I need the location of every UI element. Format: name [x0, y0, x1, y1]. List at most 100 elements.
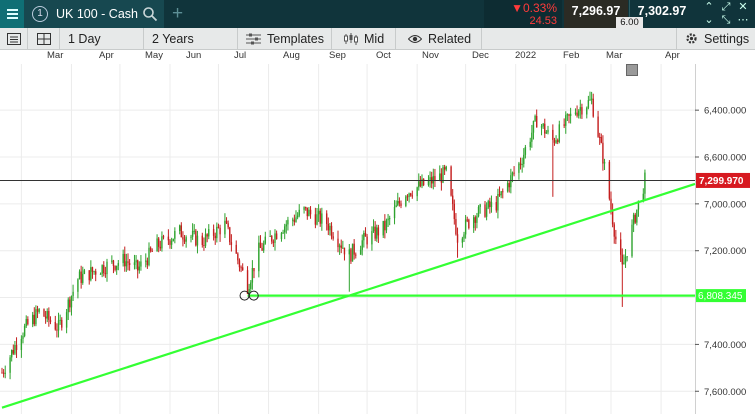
candle-body [72, 291, 74, 297]
candle-body [275, 233, 278, 240]
grid-layout-icon [36, 32, 51, 45]
range-select[interactable]: 2 Years [144, 28, 238, 49]
horizontal-line-tag-text: 6,808.345 [698, 291, 743, 302]
chevron-down-icon[interactable]: ⌄ [702, 14, 716, 26]
tab-number-badge: 1 [32, 6, 48, 22]
related-label: Related [428, 31, 472, 46]
interval-select[interactable]: 1 Day [60, 28, 144, 49]
candle-body [240, 267, 242, 269]
candle-body [418, 181, 420, 188]
candle-body [122, 253, 124, 264]
candle-body [350, 249, 352, 262]
menu-button[interactable] [0, 0, 24, 28]
candle-body [203, 245, 205, 247]
candle-body [531, 132, 533, 142]
candle-body [534, 115, 536, 121]
candle-body [332, 236, 334, 239]
candle-body [319, 210, 321, 224]
candle-body [10, 350, 13, 358]
candle-body [579, 107, 582, 111]
candle-body [597, 116, 599, 137]
candle-body [353, 243, 355, 255]
collapse-icon[interactable]: ⤡ [719, 14, 733, 26]
candle-body [44, 316, 47, 319]
candle-body [54, 321, 57, 330]
candle-body [103, 265, 105, 274]
candle-body [610, 198, 612, 210]
month-label: May [145, 50, 163, 61]
interval-label: 1 Day [68, 31, 101, 46]
price-axis[interactable]: 7,600.000 7,400.000 7,200.000 7,000.000 6,60… [695, 106, 746, 398]
candle-body [443, 167, 446, 170]
candle-body [316, 214, 318, 225]
sliders-icon [246, 33, 261, 44]
candle-body [529, 141, 531, 148]
expand-icon[interactable]: ⤢ [719, 1, 733, 13]
candle-body [587, 100, 590, 108]
candlestick-icon [344, 32, 358, 45]
sidebar-toggle-button[interactable] [0, 28, 28, 49]
gear-icon [686, 33, 697, 44]
candle-body [361, 240, 363, 250]
candle-body [172, 238, 174, 242]
add-tab-icon[interactable]: + [172, 3, 183, 25]
price-change: ▼0.33% 24.53 [484, 0, 562, 28]
candle-body [518, 163, 520, 173]
search-icon[interactable] [142, 6, 158, 22]
instrument-tab[interactable]: 1 UK 100 - Cash [24, 0, 164, 28]
candle-body [343, 247, 346, 255]
candle-body [235, 244, 237, 254]
candle-body [623, 262, 625, 265]
candle-body [80, 271, 82, 283]
candle-body [451, 195, 454, 204]
candle-body [304, 207, 307, 209]
candle-body [432, 176, 435, 184]
candle-body [219, 227, 221, 235]
candle-body [65, 312, 68, 328]
candle-body [167, 236, 170, 241]
related-button[interactable]: Related [396, 28, 482, 49]
candle-body [14, 344, 16, 354]
candle-body [117, 263, 120, 266]
more-icon[interactable]: ⋯ [736, 14, 750, 26]
candle-body [519, 163, 522, 166]
candle-body [133, 262, 136, 265]
candle-body [603, 161, 606, 164]
candle-body [563, 124, 565, 126]
candle-body [619, 239, 622, 255]
candle-body [553, 139, 556, 143]
candle-body [355, 254, 357, 256]
candle-body [15, 344, 18, 351]
candle-body [489, 201, 491, 208]
candle-body [216, 226, 218, 239]
layout-button[interactable] [28, 28, 60, 49]
candle-body [337, 238, 339, 248]
tab-title: UK 100 - Cash [56, 7, 138, 21]
candle-body [151, 250, 153, 252]
month-label: Dec [472, 50, 489, 61]
candle-body [342, 247, 344, 249]
price-mode-select[interactable]: Mid [332, 28, 396, 49]
templates-button[interactable]: Templates [238, 28, 332, 49]
candle-body [590, 98, 593, 100]
candle-body [409, 193, 412, 196]
time-axis[interactable]: Mar Apr May Jun Jul Aug Sep Oct Nov Dec … [0, 50, 755, 64]
settings-button[interactable]: Settings [676, 28, 755, 49]
candle-body [1, 372, 3, 374]
candle-body [124, 253, 126, 267]
candle-body [474, 217, 477, 223]
candle-body [327, 224, 330, 231]
candle-body [70, 296, 73, 308]
candle-body [408, 193, 410, 197]
price-chart[interactable]: 7,600.000 7,400.000 7,200.000 7,000.000 6,60… [0, 64, 755, 414]
candle-body [405, 196, 407, 207]
candle-body [287, 219, 289, 225]
month-label: Aug [283, 50, 300, 61]
candle-body [377, 227, 380, 236]
candle-body [178, 225, 181, 232]
restore-icon[interactable]: ⌃ [702, 1, 716, 13]
close-icon[interactable]: ✕ [736, 1, 750, 13]
candle-body [56, 329, 58, 331]
candle-body [159, 246, 162, 249]
candle-body [298, 209, 300, 216]
